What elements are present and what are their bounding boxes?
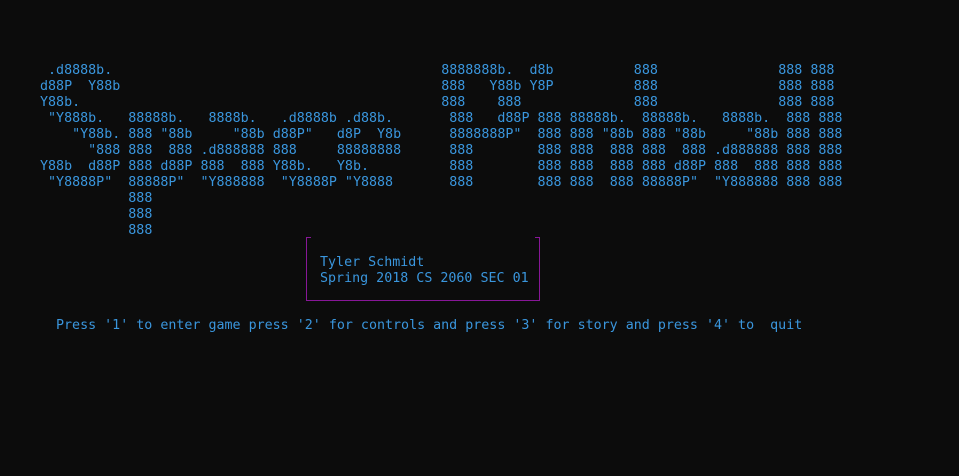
banner-line: Y88b d88P 888 d88P 888 888 Y88b. Y8b. 88… — [40, 159, 843, 174]
banner-line: "888 888 888 .d888888 888 88888888 888 8… — [40, 143, 843, 158]
banner-line: 888 — [40, 191, 153, 206]
console-window: .d8888b. 8888888b. d8b 888 888 888 d88P Y… — [0, 0, 959, 476]
banner-line: "Y8888P" 88888P" "Y888888 "Y8888P "Y8888… — [40, 175, 843, 190]
banner-line: "Y888b. 88888b. 8888b. .d8888b .d88b. 88… — [40, 111, 843, 126]
banner-line: "Y88b. 888 "88b "88b d88P" d8P Y8b 88888… — [40, 127, 843, 142]
banner-line: d88P Y88b 888 Y88b Y8P 888 888 888 — [40, 79, 835, 94]
banner-line: .d8888b. 8888888b. d8b 888 888 888 — [40, 63, 835, 78]
ascii-title-banner: .d8888b. 8888888b. d8b 888 888 888 d88P Y… — [40, 63, 842, 239]
banner-line: 888 — [40, 207, 153, 222]
credits-box: Tyler Schmidt Spring 2018 CS 2060 SEC 01 — [306, 237, 540, 301]
menu-prompt: Press '1' to enter game press '2' for co… — [56, 318, 803, 333]
course-info: Spring 2018 CS 2060 SEC 01 — [320, 271, 529, 286]
banner-line: Y88b. 888 888 888 888 888 — [40, 95, 835, 110]
author-name: Tyler Schmidt — [320, 255, 425, 270]
